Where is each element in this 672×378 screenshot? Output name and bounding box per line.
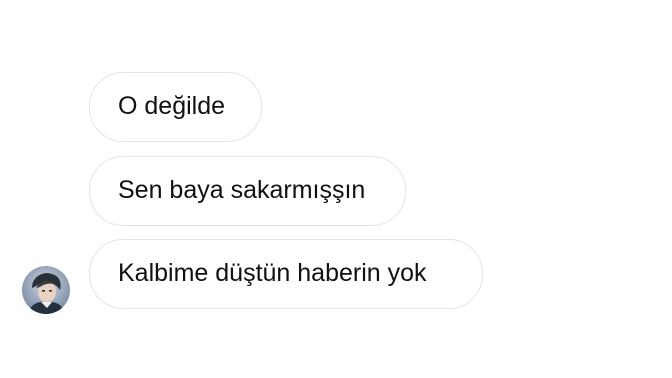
profile-photo-avatar-icon [22, 266, 70, 314]
message-text-3: Kalbime düştün haberin yok [118, 259, 427, 287]
message-thread: O değilde Sen baya sakarmışşın Kalbime d… [0, 0, 672, 378]
message-bubble-2[interactable]: Sen baya sakarmışşın [89, 156, 406, 226]
message-bubble-3[interactable]: Kalbime düştün haberin yok [89, 239, 483, 309]
message-text-2: Sen baya sakarmışşın [118, 176, 366, 204]
message-text-1: O değilde [118, 92, 226, 120]
message-bubble-1[interactable]: O değilde [89, 72, 262, 142]
avatar[interactable] [22, 266, 70, 314]
